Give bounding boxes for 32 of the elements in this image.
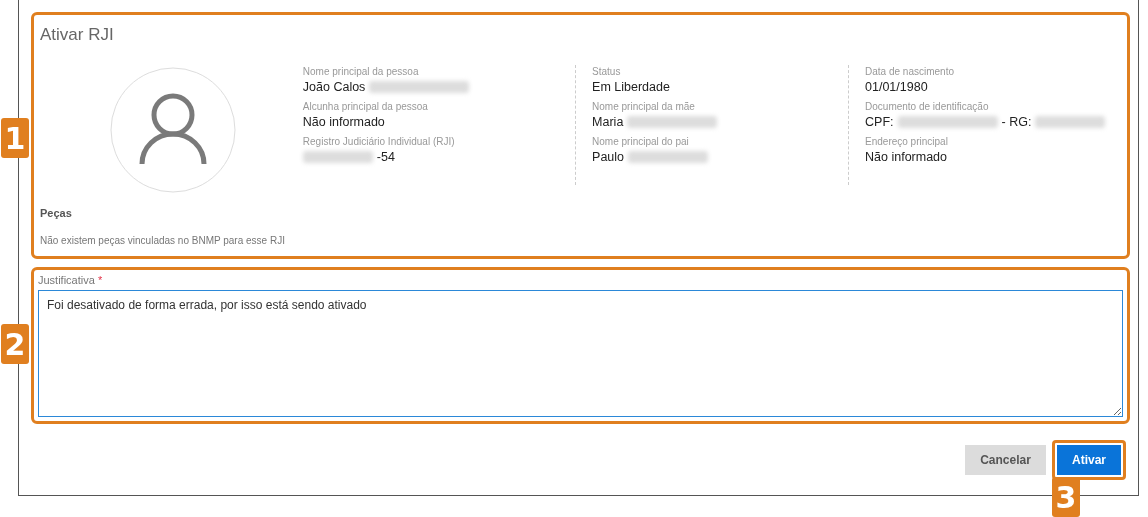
field-value: Paulo [592, 149, 625, 164]
avatar-icon [110, 67, 237, 193]
field-value: Não informado [865, 149, 948, 164]
step-badge: 3 [1052, 477, 1080, 517]
field-label: Nome principal do pai [592, 135, 689, 148]
dialog-title: Ativar RJI [40, 25, 115, 45]
field-label: Alcunha principal da pessoa [302, 100, 428, 113]
field-label: Registro Judiciário Individual (RJI) [302, 135, 455, 148]
field-value: - RG: [1001, 114, 1032, 129]
step-badge: 2 [1, 324, 29, 364]
field-label: Nome principal da pessoa [302, 65, 419, 78]
field-value: João Calos [302, 79, 366, 94]
field-value: Maria [592, 114, 624, 129]
field-value: Em Liberdade [592, 79, 670, 94]
field-value: 01/01/1980 [865, 79, 928, 94]
step-badge: 1 [1, 118, 29, 158]
field-label: Status [592, 65, 621, 78]
field-label: Endereço principal [865, 135, 948, 148]
cancel-button[interactable]: Cancelar [965, 445, 1046, 475]
field-value: CPF: [865, 114, 894, 129]
field-value: -54 [376, 149, 395, 164]
redaction-blur [302, 150, 373, 163]
activate-button[interactable]: Ativar [1057, 445, 1121, 475]
field-label: Nome principal da mãe [592, 100, 695, 113]
empty-message: Não existem peças vinculadas no BNMP para esse RJI [40, 235, 285, 246]
field-label: Data de nascimento [865, 65, 954, 78]
field-label: Documento de identificação [865, 100, 989, 113]
section-heading: Peças [40, 207, 72, 219]
field-label: Justificativa * [38, 274, 103, 286]
redaction-blur [1035, 115, 1106, 128]
field-value: Não informado [302, 114, 385, 129]
justification-field[interactable]: Foi desativado de forma errada, por isso está sendo ativado [38, 290, 1123, 417]
